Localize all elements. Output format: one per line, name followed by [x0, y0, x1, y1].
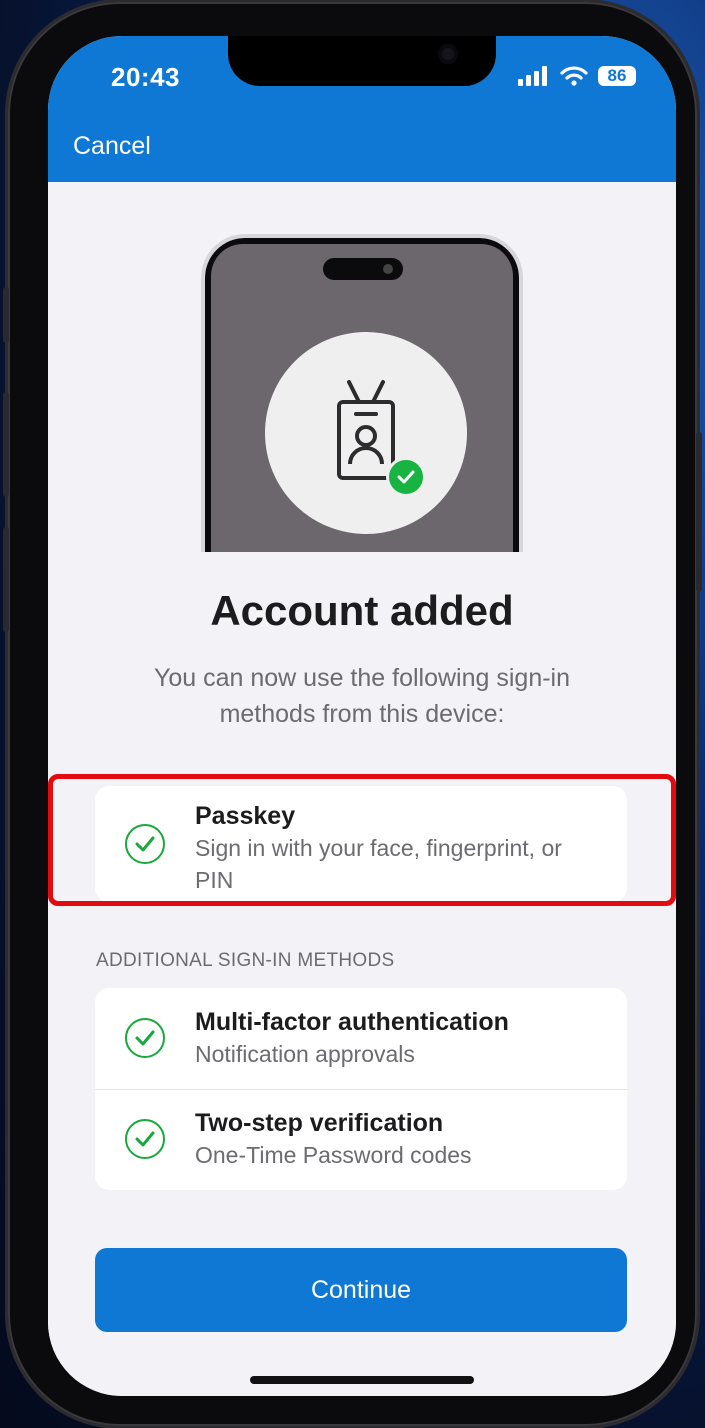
- dynamic-island: [228, 36, 496, 86]
- continue-button[interactable]: Continue: [95, 1248, 627, 1332]
- phone-illustration: [201, 234, 523, 552]
- volume-up-button: [3, 392, 9, 497]
- cellular-signal-icon: [518, 66, 547, 86]
- additional-methods-card: Multi-factor authentication Notification…: [95, 988, 627, 1190]
- silent-switch: [3, 287, 9, 343]
- check-circle-icon: [125, 1018, 165, 1058]
- badge-check-icon: [386, 457, 426, 497]
- mfa-subtitle: Notification approvals: [195, 1041, 415, 1067]
- phone-illustration-frame: [205, 238, 519, 552]
- power-button: [696, 432, 702, 592]
- highlight-box: [48, 774, 676, 906]
- two-step-title: Two-step verification: [195, 1109, 444, 1137]
- phone-frame: 20:43 86 Cancel Account added You can no…: [3, 2, 702, 1426]
- page-subtitle: You can now use the following sign-in me…: [153, 664, 570, 728]
- list-item-mfa: Multi-factor authentication Notification…: [95, 988, 627, 1089]
- nav-bar: Cancel: [48, 126, 676, 182]
- status-time: 20:43: [111, 62, 180, 92]
- illustration-circle: [265, 332, 467, 534]
- phone-illustration-speaker: [323, 258, 403, 280]
- volume-down-button: [3, 527, 9, 632]
- screen: 20:43 86 Cancel Account added You can no…: [48, 36, 676, 1396]
- mfa-title: Multi-factor authentication: [195, 1008, 509, 1036]
- section-header: ADDITIONAL SIGN-IN METHODS: [96, 950, 395, 971]
- camera-icon: [438, 44, 458, 64]
- content: Account added You can now use the follow…: [48, 182, 676, 1396]
- wifi-icon: [560, 66, 588, 86]
- list-item-two-step: Two-step verification One-Time Password …: [95, 1089, 627, 1190]
- check-circle-icon: [125, 1119, 165, 1159]
- status-icons: 86: [518, 66, 636, 86]
- battery-icon: 86: [598, 66, 636, 86]
- status-bar: 20:43 86: [48, 36, 676, 126]
- two-step-subtitle: One-Time Password codes: [195, 1142, 472, 1168]
- id-badge-icon: [337, 380, 395, 480]
- page-title: Account added: [210, 587, 514, 634]
- cancel-button[interactable]: Cancel: [73, 132, 151, 161]
- home-indicator: [250, 1376, 474, 1384]
